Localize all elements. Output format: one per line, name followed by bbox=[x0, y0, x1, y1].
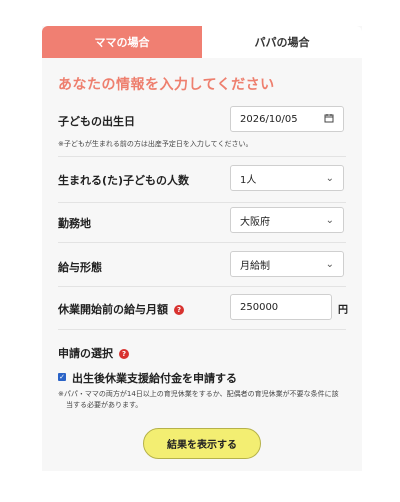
birthdate-note: ※子どもが生まれる前の方は出産予定日を入力してください。 bbox=[58, 140, 253, 148]
divider bbox=[58, 286, 346, 287]
chevron-down-icon: ⌄ bbox=[325, 258, 334, 270]
monthly-salary-value: 250000 bbox=[240, 301, 279, 313]
children-count-select[interactable]: 1人 ⌄ bbox=[230, 165, 344, 191]
divider bbox=[58, 202, 346, 203]
pay-type-label: 給与形態 bbox=[58, 261, 102, 274]
pay-type-value: 月給制 bbox=[240, 260, 270, 272]
chevron-down-icon: ⌄ bbox=[325, 172, 334, 184]
monthly-salary-input[interactable]: 250000 bbox=[230, 294, 332, 320]
monthly-salary-label: 休業開始前の給与月額? bbox=[58, 301, 184, 317]
divider bbox=[58, 329, 346, 330]
application-checkbox[interactable]: ✓ bbox=[58, 373, 66, 381]
monthly-salary-label-text: 休業開始前の給与月額 bbox=[58, 303, 168, 316]
chevron-down-icon: ⌄ bbox=[325, 214, 334, 226]
birthdate-input[interactable]: 2026/10/05 bbox=[230, 106, 344, 132]
birthdate-value: 2026/10/05 bbox=[240, 113, 298, 125]
application-note-line2: 当する必要があります。 bbox=[66, 401, 143, 409]
calendar-icon[interactable] bbox=[324, 113, 334, 126]
divider bbox=[58, 156, 346, 157]
workplace-label: 勤務地 bbox=[58, 217, 91, 230]
divider bbox=[58, 242, 346, 243]
children-count-label: 生まれる(た)子どもの人数 bbox=[58, 174, 190, 187]
pay-type-select[interactable]: 月給制 ⌄ bbox=[230, 251, 344, 277]
tab-mama[interactable]: ママの場合 bbox=[42, 26, 202, 58]
show-result-button[interactable]: 結果を表示する bbox=[143, 428, 261, 459]
application-label-text: 申請の選択 bbox=[58, 347, 113, 360]
question-icon[interactable]: ? bbox=[119, 349, 129, 359]
workplace-select[interactable]: 大阪府 ⌄ bbox=[230, 207, 344, 233]
children-count-value: 1人 bbox=[240, 174, 257, 186]
form-heading: あなたの情報を入力してください bbox=[58, 77, 275, 93]
tab-papa[interactable]: パパの場合 bbox=[202, 26, 362, 58]
calculator-card: ママの場合 パパの場合 あなたの情報を入力してください 子どもの出生日 2026… bbox=[42, 26, 362, 471]
application-note-line1: ※パパ・ママの両方が14日以上の育児休業をするか、配偶者の育児休業が不要な条件に… bbox=[58, 390, 339, 398]
application-label: 申請の選択? bbox=[58, 345, 129, 361]
salary-unit: 円 bbox=[338, 305, 348, 316]
birthdate-label: 子どもの出生日 bbox=[58, 115, 135, 128]
tab-bar: ママの場合 パパの場合 bbox=[42, 26, 362, 58]
application-note: ※パパ・ママの両方が14日以上の育児休業をするか、配偶者の育児休業が不要な条件に… bbox=[58, 389, 339, 411]
workplace-value: 大阪府 bbox=[240, 216, 270, 228]
question-icon[interactable]: ? bbox=[174, 305, 184, 315]
application-checkbox-label[interactable]: 出生後休業支援給付金を申請する bbox=[72, 370, 237, 386]
